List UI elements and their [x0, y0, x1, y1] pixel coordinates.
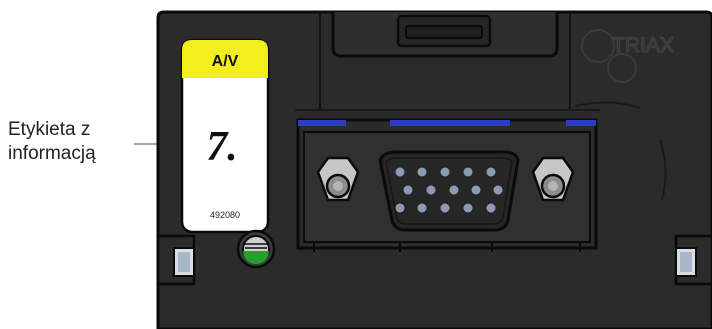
diagram-canvas: Etykieta z informacją A/V 7. 492080 TRIA… [0, 0, 712, 329]
label-channel-text: 7. [206, 124, 238, 170]
label-band-text: A/V [212, 53, 239, 70]
module-drawing: A/V 7. 492080 TRIAX [134, 10, 712, 329]
led-indicator-icon [236, 229, 276, 269]
label-code-text: 492080 [210, 210, 240, 220]
brand-logo-text: TRIAX [612, 34, 674, 57]
